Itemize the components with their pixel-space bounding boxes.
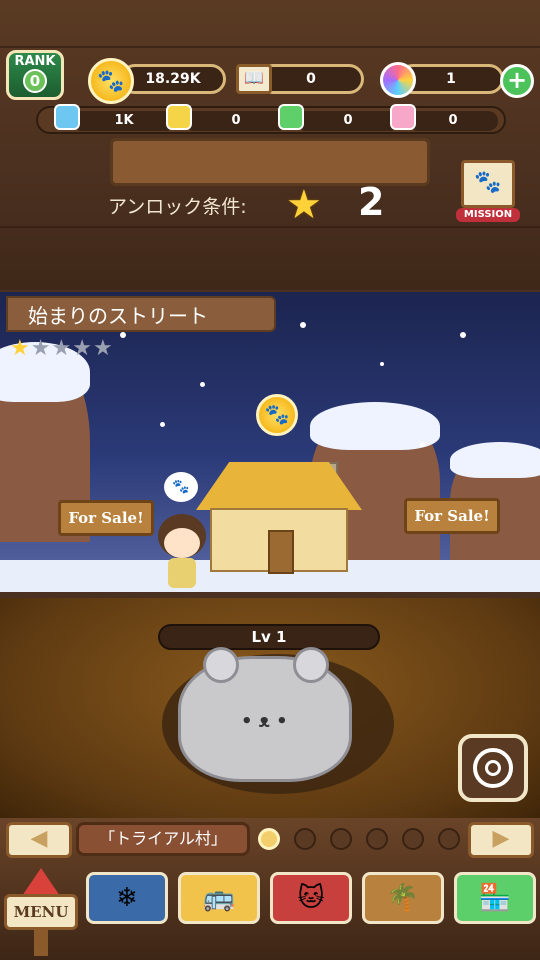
- page-dot[interactable]: [294, 828, 316, 850]
- coin-speech-bubble[interactable]: 🐾: [164, 472, 198, 502]
- view-button[interactable]: [458, 734, 528, 802]
- blue-cat-icon: [54, 104, 80, 130]
- village-name: 「トライアル村」: [76, 822, 250, 856]
- add-candy-button[interactable]: +: [500, 64, 534, 98]
- star-icon: ★: [286, 182, 322, 228]
- snowflake-icon: ❄: [116, 883, 138, 913]
- book-icon: 📖: [236, 64, 272, 94]
- cat-face-icon: 🐱: [297, 883, 325, 913]
- resource-bar: 1K 0 0 0: [36, 104, 506, 134]
- resource-item: 0: [408, 111, 498, 131]
- pink-pig-icon: [390, 104, 416, 130]
- house-door: [268, 530, 294, 574]
- page-dot[interactable]: [366, 828, 388, 850]
- mission-button[interactable]: 🐾 MISSION: [456, 160, 520, 226]
- page-dot[interactable]: [438, 828, 460, 850]
- rating-star: ★: [72, 336, 93, 361]
- candy-value: 1: [446, 71, 456, 87]
- level-bar: Lv 1: [158, 624, 380, 650]
- rating-star: ★: [30, 336, 52, 361]
- house[interactable]: [196, 462, 362, 574]
- page-dot[interactable]: [402, 828, 424, 850]
- right-arrow-icon: ▶: [492, 826, 510, 851]
- for-sale-sign-left[interactable]: For Sale!: [58, 500, 154, 536]
- next-village-button[interactable]: ▶: [468, 822, 534, 858]
- eye-icon: [473, 748, 513, 788]
- street-rating: ★★★★★: [10, 336, 114, 361]
- level-text: Lv 1: [251, 628, 287, 646]
- shop-icon: 🏪: [478, 883, 512, 913]
- resource-item: 1K: [72, 111, 176, 131]
- plus-icon: +: [506, 66, 528, 94]
- rating-star: ★: [10, 336, 31, 361]
- menu-roof-icon: [22, 868, 60, 896]
- resource-item: 0: [184, 111, 288, 131]
- candy-icon: [380, 62, 416, 98]
- for-sale-sign-right[interactable]: For Sale!: [404, 498, 500, 534]
- bus-tile-button[interactable]: 🚌: [178, 872, 260, 924]
- rank-badge[interactable]: RANK 0: [6, 50, 64, 100]
- street-title: 始まりのストリート: [6, 296, 276, 332]
- resource-item: 0: [296, 111, 400, 131]
- coin-counter: 18.29K: [120, 64, 226, 94]
- stone-bear[interactable]: • ᴥ •: [178, 647, 352, 782]
- yellow-cat-icon: [166, 104, 192, 130]
- collect-coin-button[interactable]: 🐾: [256, 394, 298, 436]
- bus-icon: 🚌: [202, 883, 236, 913]
- shop-tile-button[interactable]: 🏪: [454, 872, 536, 924]
- rating-star: ★: [51, 336, 73, 361]
- rating-stars: ★★★★★: [10, 336, 114, 361]
- tree-icon: 🌴: [386, 883, 420, 913]
- tree-tile-button[interactable]: 🌴: [362, 872, 444, 924]
- paw-coin-icon: 🐾: [88, 58, 134, 104]
- coin-value: 18.29K: [145, 71, 201, 87]
- mission-label: MISSION: [456, 208, 520, 222]
- green-cat-icon: [278, 104, 304, 130]
- rank-label: RANK: [14, 54, 56, 69]
- page-dot[interactable]: [330, 828, 352, 850]
- hanging-sign: [110, 138, 430, 186]
- book-counter: 0: [258, 64, 364, 94]
- house-wall: [210, 508, 348, 574]
- unlock-condition-label: アンロック条件:: [108, 196, 247, 218]
- page-dot-active[interactable]: [258, 828, 280, 850]
- snowflake-tile-button[interactable]: ❄: [86, 872, 168, 924]
- unlock-star-count: 2: [358, 180, 385, 224]
- scroll-icon: 🐾: [461, 160, 515, 208]
- menu-label: MENU: [4, 894, 78, 930]
- prev-village-button[interactable]: ◀: [6, 822, 72, 858]
- rank-value: 0: [23, 69, 47, 93]
- menu-button[interactable]: MENU: [4, 868, 78, 956]
- player-character[interactable]: [152, 514, 212, 592]
- rating-star: ★: [92, 336, 114, 361]
- left-arrow-icon: ◀: [30, 826, 48, 851]
- book-value: 0: [306, 71, 316, 87]
- cat-tile-button[interactable]: 🐱: [270, 872, 352, 924]
